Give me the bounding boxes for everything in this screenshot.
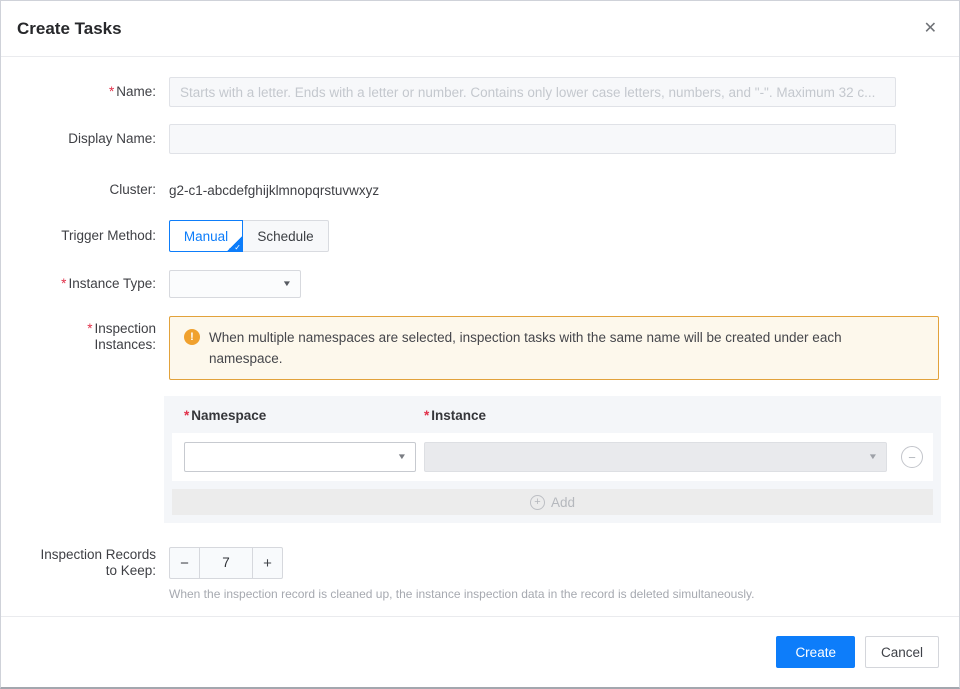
required-marker: *	[184, 408, 189, 423]
instance-type-select[interactable]: ▼	[169, 270, 301, 298]
selected-corner-badge: ✓	[227, 236, 242, 251]
cancel-button[interactable]: Cancel	[865, 636, 939, 668]
chevron-down-icon: ▼	[397, 452, 407, 461]
instance-select-disabled: ▼	[424, 442, 887, 472]
namespace-column-header: *Namespace	[184, 408, 424, 423]
inspection-instances-panel: *Namespace *Instance ▼ ▼ − + Add	[164, 396, 941, 523]
trigger-method-toggle: Manual ✓ Schedule	[169, 220, 329, 252]
instance-type-label-text: Instance Type:	[68, 276, 156, 291]
cluster-row: Cluster: g2-c1-abcdefghijklmnopqrstuvwxy…	[1, 180, 959, 200]
display-name-row: Display Name:	[1, 124, 959, 154]
chevron-down-icon: ▼	[282, 279, 292, 288]
cluster-label: Cluster:	[1, 182, 156, 198]
required-marker: *	[109, 84, 114, 99]
cluster-value: g2-c1-abcdefghijklmnopqrstuvwxyz	[169, 183, 379, 198]
name-row: *Name:	[1, 77, 959, 107]
warning-text: When multiple namespaces are selected, i…	[209, 327, 899, 369]
display-name-input[interactable]	[169, 124, 896, 154]
close-icon[interactable]: ✕	[924, 21, 937, 37]
dialog-footer: Create Cancel	[1, 616, 959, 687]
inspection-instances-label-line1: Inspection	[94, 321, 156, 336]
required-marker: *	[87, 321, 92, 336]
trigger-method-row: Trigger Method: Manual ✓ Schedule	[1, 220, 959, 252]
dialog-header: Create Tasks ✕	[1, 1, 959, 57]
inspection-instances-label-line2: Instances:	[94, 337, 156, 352]
required-marker: *	[61, 276, 66, 291]
instance-column-label: Instance	[431, 408, 486, 423]
namespace-warning-banner: ! When multiple namespaces are selected,…	[169, 316, 939, 380]
inspection-instances-row: *Inspection Instances: ! When multiple n…	[1, 316, 959, 380]
trigger-schedule-button[interactable]: Schedule	[243, 220, 329, 252]
records-label-line1: Inspection Records	[40, 547, 156, 562]
instance-column-header: *Instance	[424, 408, 486, 423]
instances-table-row: ▼ ▼ −	[172, 433, 933, 481]
records-stepper: − 7 +	[169, 547, 283, 579]
records-label-line2: to Keep:	[106, 563, 156, 578]
stepper-increase-button[interactable]: +	[252, 548, 282, 578]
add-row-button[interactable]: + Add	[172, 489, 933, 515]
instance-type-label: *Instance Type:	[1, 276, 156, 292]
stepper-decrease-button[interactable]: −	[170, 548, 200, 578]
records-to-keep-row: Inspection Records to Keep: − 7 +	[1, 547, 959, 579]
create-button[interactable]: Create	[776, 636, 855, 668]
required-marker: *	[424, 408, 429, 423]
stepper-value[interactable]: 7	[200, 548, 252, 578]
check-icon: ✓	[234, 244, 241, 252]
namespace-select[interactable]: ▼	[184, 442, 416, 472]
display-name-label: Display Name:	[1, 131, 156, 147]
name-label: *Name:	[1, 84, 156, 100]
trigger-schedule-label: Schedule	[257, 229, 313, 244]
records-help-row: When the inspection record is cleaned up…	[1, 587, 959, 601]
chevron-down-icon: ▼	[868, 452, 878, 461]
trigger-manual-label: Manual	[184, 229, 228, 244]
name-input[interactable]	[169, 77, 896, 107]
add-row-label: Add	[551, 495, 575, 510]
records-help-text: When the inspection record is cleaned up…	[169, 587, 959, 601]
instance-type-row: *Instance Type: ▼	[1, 270, 959, 298]
name-label-text: Name:	[116, 84, 156, 99]
remove-row-icon[interactable]: −	[901, 446, 923, 468]
instances-table-header: *Namespace *Instance	[172, 396, 933, 433]
inspection-instances-label: *Inspection Instances:	[1, 316, 156, 353]
trigger-manual-button[interactable]: Manual ✓	[169, 220, 243, 252]
namespace-column-label: Namespace	[191, 408, 266, 423]
records-to-keep-label: Inspection Records to Keep:	[1, 547, 156, 579]
trigger-method-label: Trigger Method:	[1, 228, 156, 244]
plus-circle-icon: +	[530, 495, 545, 510]
create-task-form: *Name: Display Name: Cluster: g2-c1-abcd…	[1, 57, 959, 601]
create-tasks-dialog: Create Tasks ✕ *Name: Display Name: Clus…	[0, 0, 960, 689]
dialog-title: Create Tasks	[17, 19, 122, 39]
warning-icon: !	[184, 329, 200, 345]
